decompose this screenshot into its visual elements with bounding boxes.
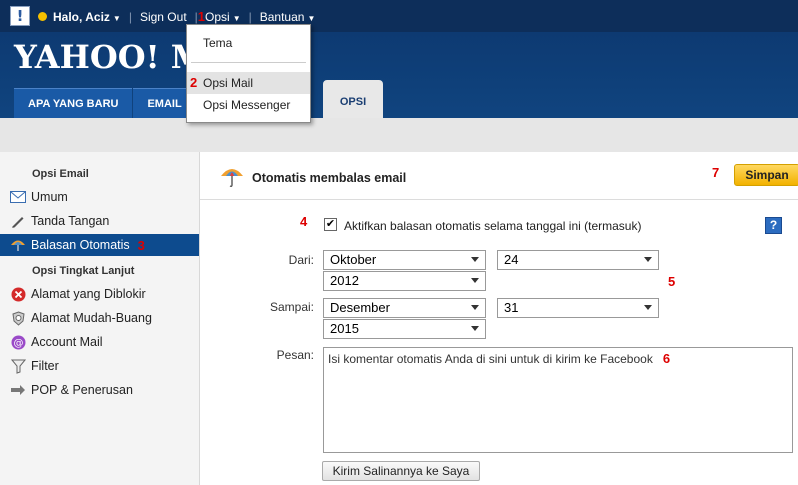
sidebar-item-auto-reply[interactable]: Balasan Otomatis 3: [0, 234, 199, 256]
badge-1: 1: [197, 9, 206, 24]
header: YAHOO! MA APA YANG BARU EMAIL M OPSI: [0, 32, 798, 118]
yahoo-icon[interactable]: !: [10, 6, 30, 26]
badge-6: 6: [662, 351, 671, 366]
chevron-down-icon: [471, 305, 479, 310]
from-year-select[interactable]: 2012: [323, 271, 486, 291]
chevron-down-icon: ▼: [232, 13, 241, 23]
greeting-link[interactable]: Halo, Aciz ▼: [53, 10, 121, 24]
from-month-select[interactable]: Oktober: [323, 250, 486, 270]
top-links: Halo, Aciz ▼ | Sign Out | 1 Opsi ▼ | Bantu…: [38, 9, 315, 24]
section-advanced-options: Opsi Tingkat Lanjut: [32, 265, 135, 277]
options-dropdown-menu: Tema 2 Opsi Mail Opsi Messenger: [186, 24, 311, 123]
to-label: Sampai:: [269, 300, 314, 314]
sidebar: Opsi Email Umum Tanda Tangan Balasan Oto…: [0, 152, 200, 485]
svg-text:@: @: [13, 338, 23, 349]
tab-options[interactable]: OPSI: [323, 80, 383, 118]
envelope-icon: [10, 189, 26, 205]
badge-2: 2: [190, 75, 198, 90]
blocked-icon: [10, 286, 26, 302]
chevron-down-icon: [644, 257, 652, 262]
section-email-options: Opsi Email: [32, 168, 89, 180]
filter-icon: [10, 358, 26, 374]
settings-header: Otomatis membalas email 7 Simpan: [200, 152, 798, 200]
tab-bar: APA YANG BARU EMAIL M OPSI: [14, 80, 383, 118]
menu-item-messenger-options[interactable]: Opsi Messenger: [187, 94, 310, 116]
menu-item-theme[interactable]: Tema: [187, 32, 310, 54]
chevron-down-icon: [471, 278, 479, 283]
sidebar-item-filters[interactable]: Filter: [0, 355, 199, 377]
to-day-select[interactable]: 31: [497, 298, 659, 318]
chevron-down-icon: ▼: [112, 13, 121, 23]
umbrella-icon: [220, 164, 244, 188]
chevron-down-icon: [471, 326, 479, 331]
to-month-select[interactable]: Desember: [323, 298, 486, 318]
help-icon[interactable]: ?: [765, 217, 782, 234]
auto-reply-checkbox-label: Aktifkan balasan otomatis selama tanggal…: [344, 219, 642, 233]
sidebar-item-disposable-addresses[interactable]: Alamat Mudah-Buang: [0, 307, 199, 329]
save-button[interactable]: Simpan: [734, 164, 798, 186]
options-menu-link[interactable]: Opsi ▼: [205, 10, 241, 24]
shield-icon: [10, 310, 26, 326]
auto-reply-checkbox[interactable]: ✔: [324, 218, 337, 231]
page-title: Otomatis membalas email: [252, 171, 407, 185]
help-menu-link[interactable]: Bantuan ▼: [260, 10, 316, 24]
badge-7: 7: [712, 165, 720, 180]
pen-icon: [10, 213, 26, 229]
send-copy-button[interactable]: Kirim Salinannya ke Saya: [322, 461, 480, 481]
sidebar-item-blocked-addresses[interactable]: Alamat yang Diblokir: [0, 283, 199, 305]
top-bar: ! Halo, Aciz ▼ | Sign Out | 1 Opsi ▼ | Ban…: [0, 0, 798, 32]
sidebar-item-signature[interactable]: Tanda Tangan: [0, 210, 199, 232]
sidebar-item-general[interactable]: Umum: [0, 186, 199, 208]
status-dot-icon: [38, 12, 47, 21]
toolbar-strip: [0, 118, 798, 152]
to-year-select[interactable]: 2015: [323, 319, 486, 339]
from-day-select[interactable]: 24: [497, 250, 659, 270]
chevron-down-icon: [644, 305, 652, 310]
message-textarea[interactable]: Isi komentar otomatis Anda di sini untuk…: [323, 347, 793, 453]
menu-divider: [191, 62, 306, 63]
badge-5: 5: [668, 274, 676, 289]
at-sign-icon: @: [10, 334, 26, 350]
chevron-down-icon: [471, 257, 479, 262]
sidebar-item-pop-forwarding[interactable]: POP & Penerusan: [0, 379, 199, 401]
message-label: Pesan:: [276, 348, 314, 362]
from-label: Dari:: [288, 253, 314, 267]
badge-3: 3: [137, 237, 145, 253]
sign-out-link[interactable]: Sign Out: [140, 10, 187, 24]
chevron-down-icon: ▼: [307, 13, 316, 23]
umbrella-icon: [10, 237, 26, 253]
badge-4: 4: [300, 214, 308, 229]
arrow-right-icon: [10, 382, 26, 398]
menu-item-mail-options[interactable]: 2 Opsi Mail: [187, 72, 310, 94]
sidebar-item-mail-accounts[interactable]: @ Account Mail: [0, 331, 199, 353]
tab-whats-new[interactable]: APA YANG BARU: [14, 88, 133, 118]
